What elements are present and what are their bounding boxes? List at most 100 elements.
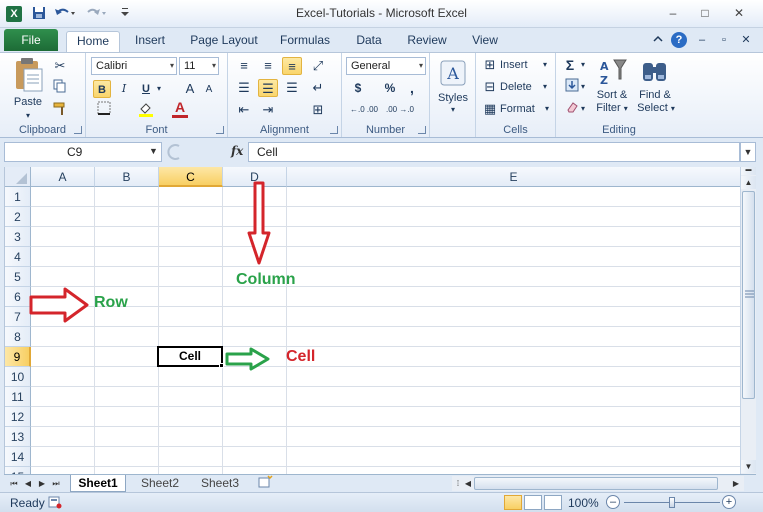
align-left-icon[interactable]: ☰ — [234, 79, 254, 97]
formula-expand-handle-icon[interactable] — [165, 143, 183, 161]
row-header-15[interactable]: 15 — [5, 467, 31, 474]
sheet-tab-2[interactable]: Sheet2 — [132, 475, 188, 492]
comma-button[interactable]: , — [404, 79, 420, 97]
row-header-2[interactable]: 2 — [5, 207, 31, 227]
vertical-scroll-thumb[interactable] — [742, 191, 755, 399]
merge-center-icon[interactable]: ⊞ — [308, 101, 328, 119]
tab-insert[interactable]: Insert — [124, 31, 176, 52]
delete-cells-icon[interactable]: ⊟ — [480, 78, 500, 96]
align-center-icon[interactable]: ☰ — [258, 79, 278, 97]
fill-color-icon[interactable] — [136, 101, 156, 119]
vertical-scrollbar[interactable]: ▬ ▲ ▼ — [740, 167, 756, 474]
cut-icon[interactable]: ✂ — [50, 57, 70, 75]
row-header-9[interactable]: 9 — [5, 347, 31, 367]
column-header-a[interactable]: A — [31, 167, 95, 187]
font-color-button[interactable]: A — [172, 100, 188, 118]
align-bottom-icon[interactable]: ≡ — [282, 57, 302, 75]
row-header-10[interactable]: 10 — [5, 367, 31, 387]
tab-review[interactable]: Review — [400, 31, 454, 52]
active-cell-c9[interactable]: Cell — [157, 346, 223, 367]
copy-icon[interactable] — [50, 79, 70, 97]
fill-dropdown-icon[interactable]: ▾ — [578, 78, 588, 96]
format-painter-icon[interactable] — [50, 101, 70, 119]
wrap-text-icon[interactable]: ↵ — [308, 79, 328, 97]
next-sheet-icon[interactable]: ▶ — [36, 477, 48, 491]
clipboard-launcher-icon[interactable] — [74, 126, 82, 134]
workbook-close-icon[interactable]: ✕ — [738, 32, 754, 48]
insert-dropdown-icon[interactable]: ▾ — [540, 56, 550, 74]
currency-button[interactable]: $ — [350, 79, 366, 97]
split-box-icon[interactable]: ▬ — [741, 167, 756, 175]
page-break-view-icon[interactable] — [544, 495, 562, 510]
last-sheet-icon[interactable]: ⏭ — [50, 477, 62, 491]
page-layout-view-icon[interactable] — [524, 495, 542, 510]
tab-page-layout[interactable]: Page Layout — [184, 31, 264, 52]
sheet-tab-1[interactable]: Sheet1 — [70, 475, 126, 492]
worksheet-grid[interactable]: A B C D E 1 2 3 4 5 6 7 8 9 10 11 12 13 … — [4, 167, 740, 474]
shrink-font-button[interactable]: A — [202, 81, 216, 99]
decrease-indent-icon[interactable]: ⇤ — [234, 101, 254, 119]
paste-dropdown-icon[interactable]: ▾ — [20, 107, 36, 125]
row-header-5[interactable]: 5 — [5, 267, 31, 287]
row-header-4[interactable]: 4 — [5, 247, 31, 267]
select-all-corner[interactable] — [5, 167, 31, 187]
font-name-combo[interactable]: Calibri ▾ — [91, 57, 177, 75]
column-header-b[interactable]: B — [95, 167, 159, 187]
paste-icon[interactable] — [12, 57, 44, 95]
help-icon[interactable]: ? — [671, 32, 687, 48]
tab-file[interactable]: File — [4, 29, 58, 51]
prev-sheet-icon[interactable]: ◀ — [22, 477, 34, 491]
underline-button[interactable]: U — [138, 80, 154, 98]
decrease-decimal-button[interactable]: .00 →.0 — [384, 101, 416, 119]
zoom-out-icon[interactable]: – — [606, 495, 620, 509]
row-header-14[interactable]: 14 — [5, 447, 31, 467]
font-size-combo[interactable]: 11 ▾ — [179, 57, 219, 75]
scroll-right-icon[interactable]: ▶ — [730, 477, 742, 491]
format-dropdown-icon[interactable]: ▾ — [542, 100, 552, 118]
zoom-slider-thumb[interactable] — [669, 497, 675, 508]
minimize-ribbon-icon[interactable] — [650, 32, 666, 48]
align-top-icon[interactable]: ≡ — [234, 57, 254, 75]
name-box[interactable]: C9 — [4, 142, 162, 162]
autosum-dropdown-icon[interactable]: ▾ — [578, 56, 588, 74]
increase-decimal-button[interactable]: ←.0 .00 — [348, 101, 380, 119]
first-sheet-icon[interactable]: ⏮ — [8, 477, 20, 491]
format-cells-button[interactable]: Format — [500, 100, 544, 118]
column-header-e[interactable]: E — [287, 167, 740, 187]
sheet-tab-3[interactable]: Sheet3 — [192, 475, 248, 492]
formula-input[interactable]: Cell — [248, 142, 740, 162]
insert-sheet-icon[interactable] — [254, 475, 276, 492]
tab-formulas[interactable]: Formulas — [274, 31, 336, 52]
bold-button[interactable]: B — [93, 80, 111, 98]
workbook-restore-icon[interactable]: ▫ — [716, 32, 732, 48]
row-header-7[interactable]: 7 — [5, 307, 31, 327]
row-header-8[interactable]: 8 — [5, 327, 31, 347]
insert-cells-icon[interactable]: ⊞ — [480, 56, 500, 74]
minimize-button[interactable]: – — [660, 5, 686, 21]
row-header-11[interactable]: 11 — [5, 387, 31, 407]
alignment-launcher-icon[interactable] — [330, 126, 338, 134]
align-middle-icon[interactable]: ≡ — [258, 57, 278, 75]
clear-dropdown-icon[interactable]: ▾ — [578, 100, 588, 118]
column-header-c[interactable]: C — [159, 167, 223, 187]
row-header-12[interactable]: 12 — [5, 407, 31, 427]
zoom-level[interactable]: 100% — [568, 496, 599, 510]
sort-filter-icon[interactable]: AZ — [598, 57, 628, 87]
number-format-combo[interactable]: General ▾ — [346, 57, 426, 75]
align-right-icon[interactable]: ☰ — [282, 79, 302, 97]
sort-filter-button[interactable]: Filter ▾ — [592, 102, 632, 115]
maximize-button[interactable]: □ — [692, 5, 718, 21]
row-header-6[interactable]: 6 — [5, 287, 31, 307]
number-launcher-icon[interactable] — [418, 126, 426, 134]
scroll-down-icon[interactable]: ▼ — [741, 460, 756, 473]
formula-expand-icon[interactable]: ▼ — [740, 142, 756, 162]
tab-view[interactable]: View — [462, 31, 508, 52]
styles-dropdown-icon[interactable]: ▾ — [445, 101, 461, 119]
tab-home[interactable]: Home — [66, 31, 120, 52]
italic-button[interactable]: I — [116, 80, 132, 98]
underline-dropdown-icon[interactable]: ▾ — [154, 80, 164, 98]
normal-view-icon[interactable] — [504, 495, 522, 510]
percent-button[interactable]: % — [382, 79, 398, 97]
delete-cells-button[interactable]: Delete — [500, 78, 544, 96]
format-cells-icon[interactable]: ▦ — [480, 100, 500, 118]
